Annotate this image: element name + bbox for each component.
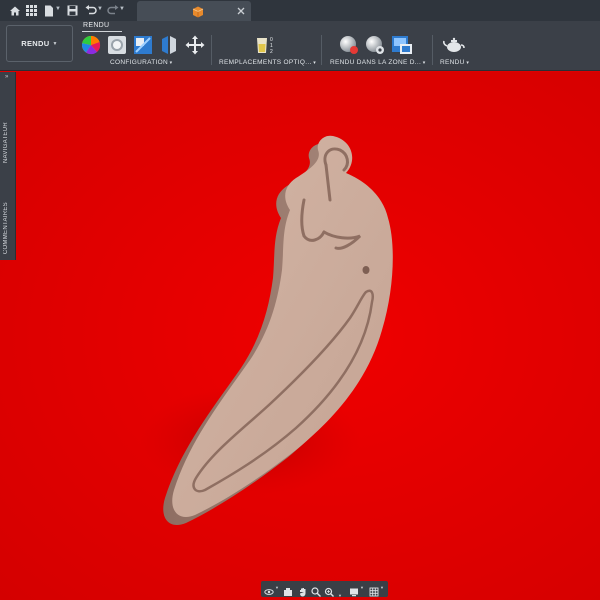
appearance-icon[interactable] — [81, 35, 101, 55]
navigation-bar: ▼ ▼ ▼ ▼ — [261, 581, 388, 598]
tab-rendu[interactable]: RENDU — [83, 22, 109, 29]
file-menu-caret-icon[interactable]: ▼ — [55, 6, 61, 12]
decal-icon[interactable] — [159, 35, 179, 55]
look-at-icon[interactable] — [283, 584, 293, 596]
close-icon[interactable] — [234, 4, 247, 17]
capture-image-icon[interactable] — [391, 35, 412, 55]
active-tab-indicator — [82, 31, 122, 32]
3d-viewport[interactable] — [0, 72, 600, 600]
group-label-rendu-dans-la-zone[interactable]: RENDU DANS LA ZONE D... ▾ — [330, 59, 426, 66]
navigator-tab[interactable]: NAVIGATEUR — [3, 122, 9, 163]
toolbar-ribbon: RENDU ▼ RENDU CONFIGURATION ▾ 012 REMPLA… — [0, 21, 600, 71]
orbit-icon[interactable] — [264, 584, 274, 595]
undo-icon[interactable] — [84, 4, 97, 17]
workspace-switcher-button[interactable]: RENDU ▼ — [6, 25, 73, 62]
model-hole — [362, 266, 370, 274]
grid-display-icon[interactable] — [369, 584, 379, 597]
box-icon — [192, 5, 204, 18]
physical-material-icon[interactable]: 012 — [255, 35, 275, 55]
group-separator — [321, 35, 322, 65]
save-icon[interactable] — [66, 4, 79, 17]
zoom-icon[interactable] — [311, 584, 321, 597]
redo-icon[interactable] — [106, 4, 119, 17]
expand-icon[interactable]: » — [5, 74, 8, 80]
display-mode-caret-icon[interactable]: ▼ — [360, 585, 364, 590]
group-separator — [211, 35, 212, 65]
zoom-menu-caret-icon[interactable]: ▼ — [338, 584, 348, 598]
group-separator — [432, 35, 433, 65]
texture-map-icon[interactable] — [133, 35, 153, 55]
group-label-configuration[interactable]: CONFIGURATION ▾ — [110, 59, 172, 66]
pepper-model[interactable] — [0, 72, 600, 600]
display-mode-icon[interactable] — [349, 584, 359, 597]
grid-display-caret-icon[interactable]: ▼ — [380, 585, 384, 590]
comments-tab[interactable]: COMMENTAIRES — [3, 202, 9, 254]
grid-icon[interactable] — [25, 4, 38, 17]
side-panel: » NAVIGATEUR COMMENTAIRES — [0, 72, 16, 260]
teapot-render-icon[interactable] — [443, 35, 465, 55]
group-label-rendu[interactable]: RENDU ▾ — [440, 59, 469, 66]
fit-icon[interactable] — [324, 584, 334, 597]
undo-menu-caret-icon[interactable]: ▼ — [97, 6, 103, 12]
group-label-remplacements-optiques[interactable]: REMPLACEMENTS OPTIQ... ▾ — [219, 59, 316, 66]
home-icon[interactable] — [8, 4, 21, 17]
render-sphere-settings-icon[interactable] — [365, 35, 385, 55]
pan-icon[interactable] — [298, 584, 308, 597]
svg-text:2: 2 — [270, 49, 273, 55]
redo-menu-caret-icon[interactable]: ▼ — [119, 6, 125, 12]
scene-settings-icon[interactable] — [107, 35, 127, 55]
top-app-bar: ▼ ▼ ▼ — [0, 0, 600, 21]
orbit-caret-icon[interactable]: ▼ — [275, 585, 279, 590]
chevron-down-icon: ▼ — [52, 40, 58, 47]
workspace-label: RENDU — [21, 39, 50, 48]
move-icon[interactable] — [185, 35, 205, 55]
file-icon[interactable] — [42, 4, 55, 17]
render-sphere-icon[interactable] — [339, 35, 359, 55]
